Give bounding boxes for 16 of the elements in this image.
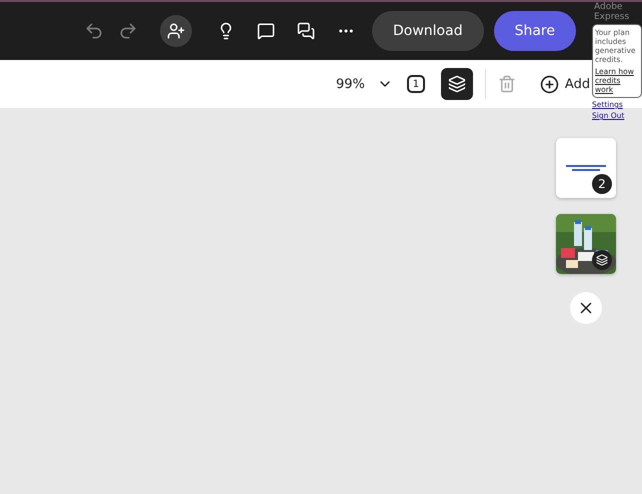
add-button[interactable]: Add <box>540 74 590 94</box>
layers-icon <box>448 75 466 93</box>
brand-name: Adobe Express <box>593 2 630 22</box>
page-count-badge: 2 <box>592 174 612 194</box>
close-button[interactable] <box>570 292 602 324</box>
slide-text-drawing <box>566 165 606 173</box>
redo-icon <box>118 21 138 41</box>
pages-icon[interactable]: 1 <box>406 75 425 93</box>
plus-icon <box>540 74 559 94</box>
share-button[interactable]: Share <box>494 11 576 51</box>
zoom-level[interactable]: 99% <box>336 76 365 92</box>
invite-user-icon[interactable] <box>160 15 192 47</box>
undo-icon <box>84 21 104 41</box>
slide-thumbnail[interactable]: 2 <box>556 138 616 198</box>
layout-toggle-button[interactable] <box>440 68 473 100</box>
download-button[interactable]: Download <box>372 11 484 51</box>
